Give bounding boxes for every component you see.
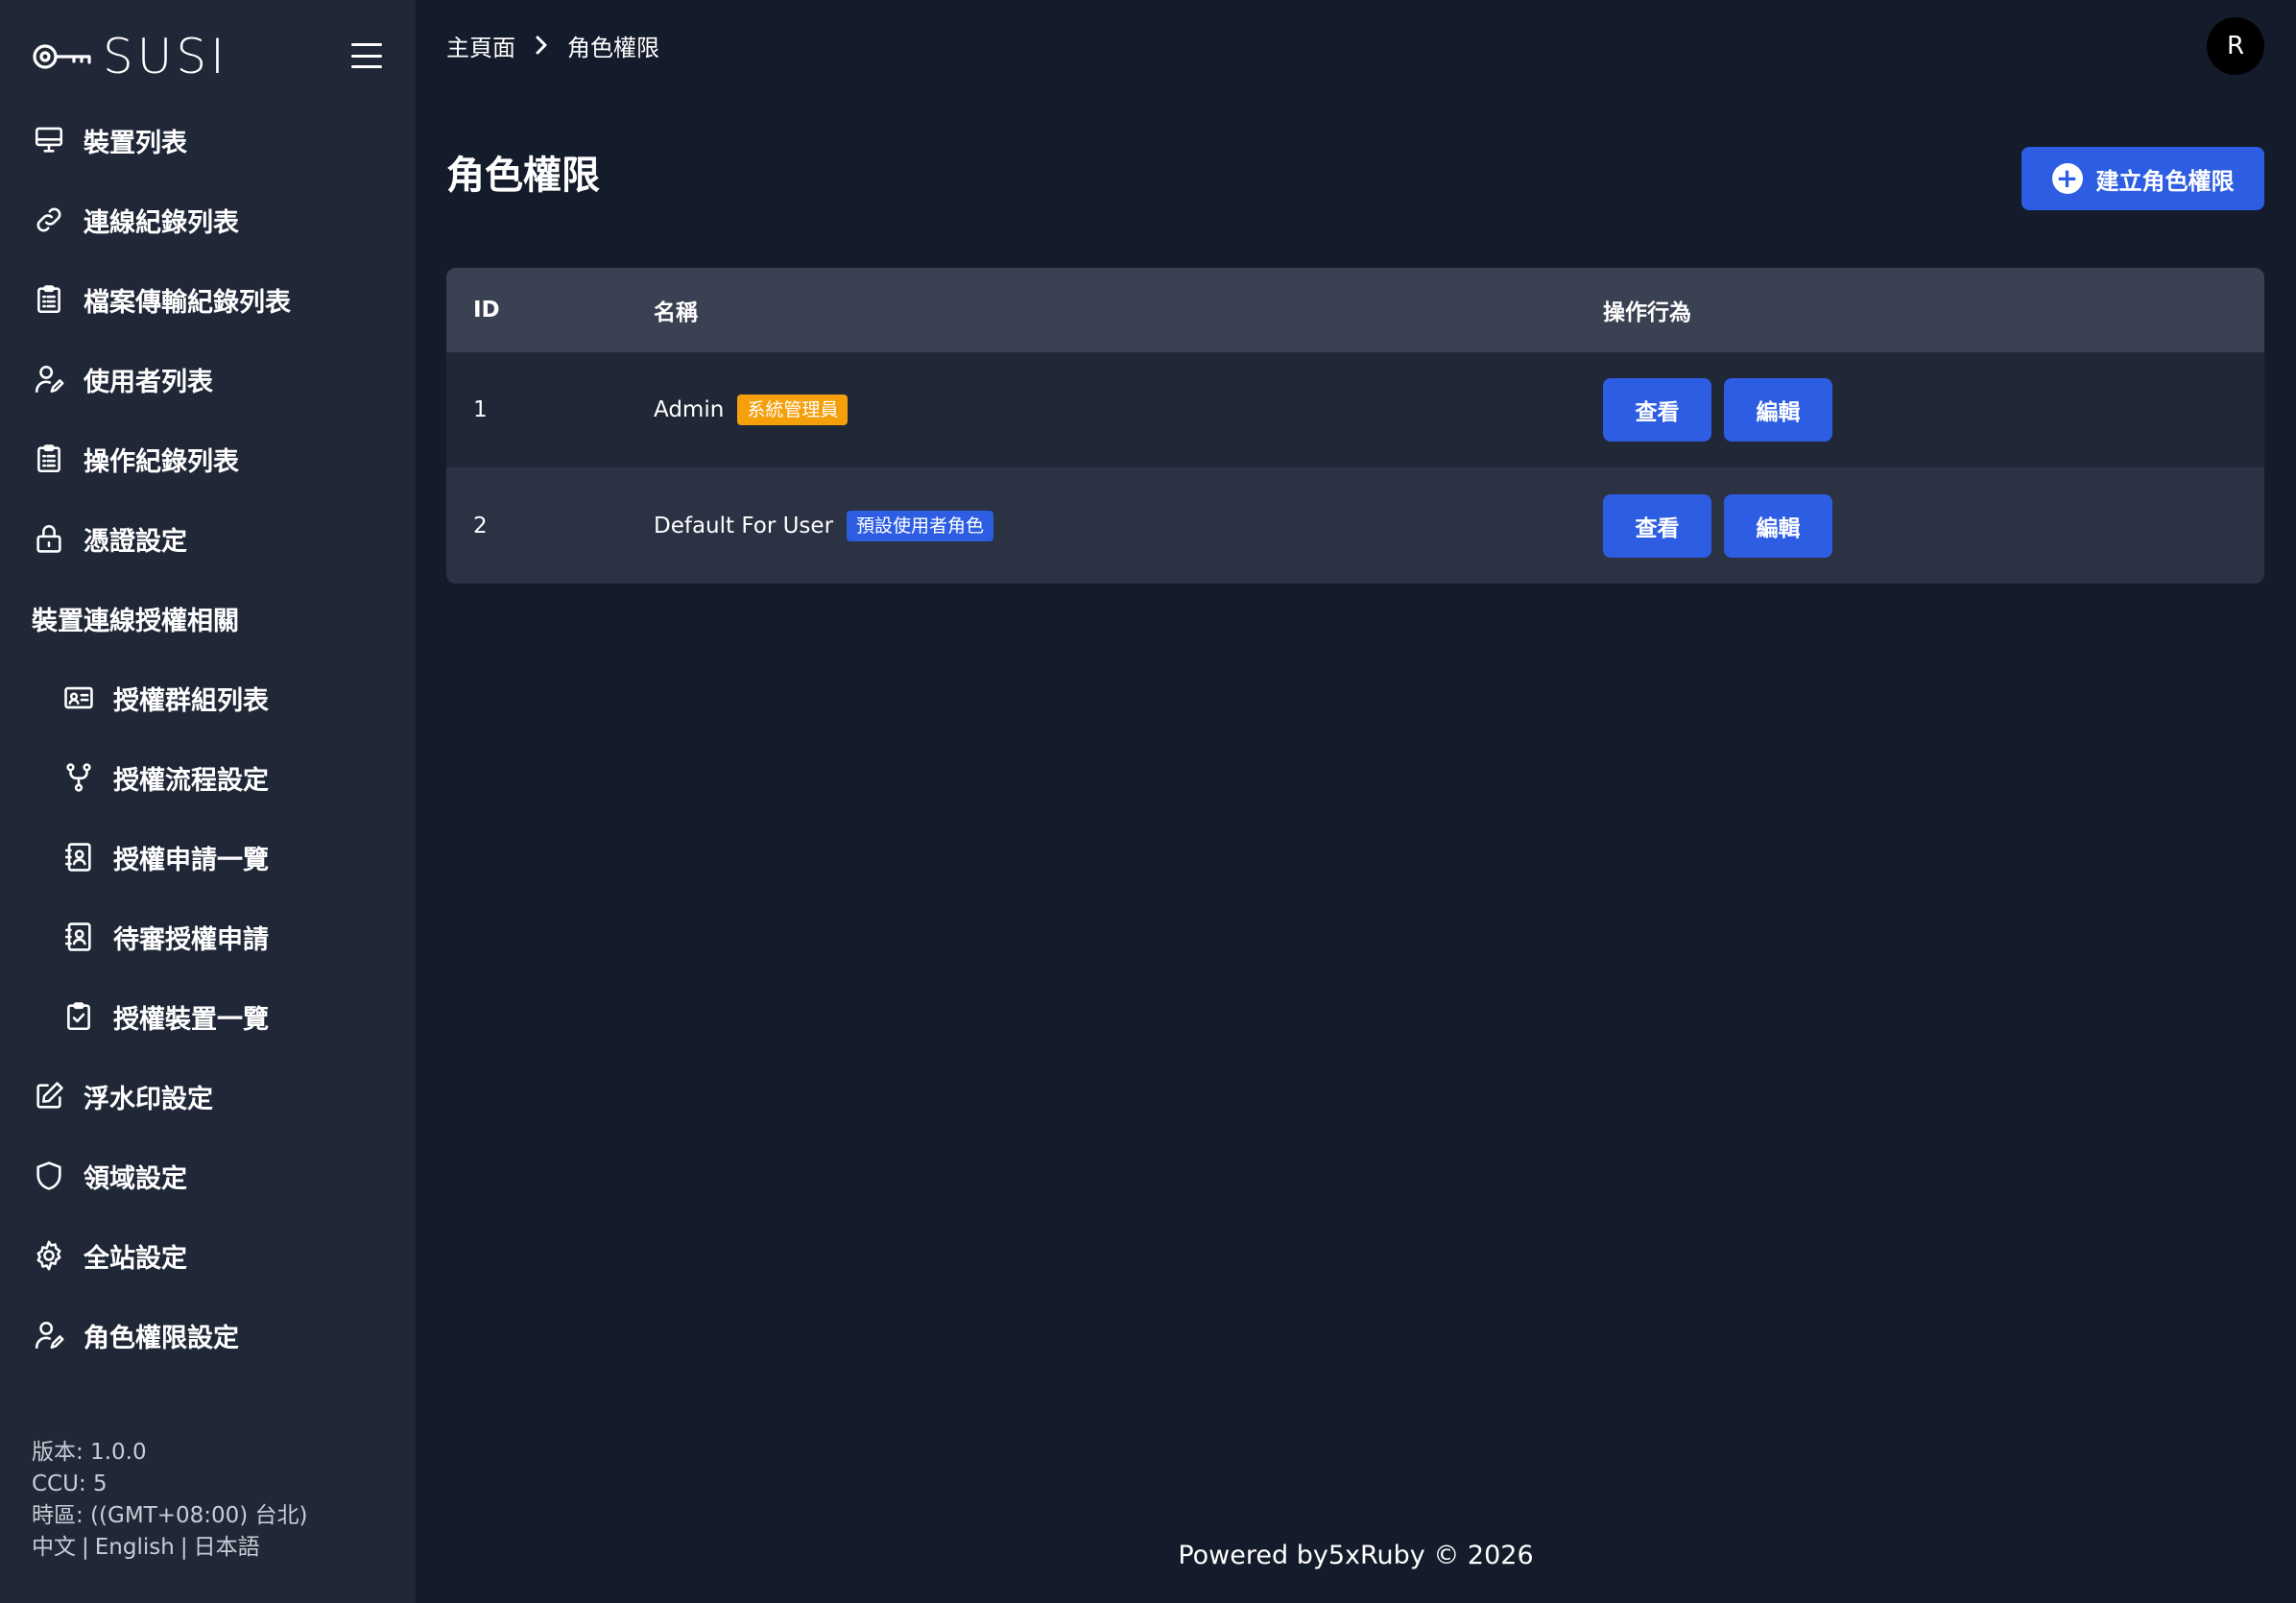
sidebar-item-label: 授權流程設定 — [113, 765, 269, 796]
sidebar-item-operation-logs[interactable]: 操作紀錄列表 — [32, 432, 396, 486]
row-actions: 查看 編輯 — [1603, 352, 1845, 467]
user-edit-icon — [32, 362, 66, 396]
sidebar-item-auth-flow[interactable]: 授權流程設定 — [61, 751, 396, 804]
header-id: ID — [473, 298, 500, 323]
edit-square-icon — [32, 1079, 66, 1113]
sidebar-item-devices[interactable]: 裝置列表 — [32, 113, 396, 167]
row-name-cell: Admin 系統管理員 — [654, 352, 849, 467]
table-header: ID 名稱 操作行為 — [446, 268, 2264, 352]
user-edit-icon — [32, 1318, 66, 1352]
sidebar-item-label: 角色權限設定 — [84, 1323, 239, 1353]
breadcrumb: 主頁面 角色權限 — [446, 29, 659, 61]
language-link-ja[interactable]: 日本語 — [194, 1535, 260, 1560]
sidebar-item-file-transfer-logs[interactable]: 檔案傳輸紀錄列表 — [32, 273, 396, 326]
sidebar: SUSI 裝置列表 連線紀錄列表 檔案傳輸紀錄列表 使用者列表 操作紀錄列表 憑… — [0, 0, 416, 1603]
sidebar-item-label: 憑證設定 — [84, 526, 187, 557]
row-id: 1 — [473, 397, 488, 422]
edit-button[interactable]: 編輯 — [1724, 493, 1832, 558]
sidebar-item-label: 使用者列表 — [84, 367, 213, 397]
sidebar-item-label: 浮水印設定 — [84, 1084, 213, 1114]
role-badge: 預設使用者角色 — [847, 510, 994, 541]
gear-icon — [32, 1238, 66, 1273]
page-footer: Powered by5xRuby © 2026 — [1178, 1541, 1534, 1570]
brand-logo[interactable]: SUSI — [32, 29, 228, 84]
menu-toggle-icon[interactable] — [346, 38, 388, 73]
breadcrumb-current: 角色權限 — [567, 34, 659, 61]
sidebar-item-role-permissions[interactable]: 角色權限設定 — [32, 1308, 396, 1362]
create-role-button-label: 建立角色權限 — [2095, 167, 2235, 195]
sidebar-item-label: 裝置列表 — [84, 128, 187, 158]
view-button[interactable]: 查看 — [1603, 378, 1711, 442]
lock-icon — [32, 521, 66, 556]
sidebar-section-authorization: 裝置連線授權相關 — [32, 606, 239, 636]
edit-button[interactable]: 編輯 — [1724, 378, 1832, 442]
timezone-text: 時區: ((GMT+08:00) 台北) — [32, 1503, 308, 1528]
sidebar-item-pending-requests[interactable]: 待審授權申請 — [61, 910, 396, 964]
clipboard-check-icon — [61, 999, 96, 1034]
avatar[interactable]: R — [2207, 17, 2264, 75]
link-icon — [32, 203, 66, 237]
sidebar-item-label: 授權申請一覽 — [113, 845, 269, 875]
ccu-text: CCU: 5 — [32, 1471, 108, 1496]
sidebar-item-label: 連線紀錄列表 — [84, 207, 239, 238]
version-text: 版本: 1.0.0 — [32, 1440, 147, 1465]
sidebar-item-label: 全站設定 — [84, 1243, 187, 1274]
row-name-cell: Default For User 預設使用者角色 — [654, 467, 994, 584]
sidebar-footer: 版本: 1.0.0 CCU: 5 時區: ((GMT+08:00) 台北) 中文… — [32, 1437, 308, 1564]
sidebar-item-label: 授權裝置一覽 — [113, 1004, 269, 1035]
sidebar-item-label: 授權群組列表 — [113, 685, 269, 716]
header-name: 名稱 — [654, 300, 698, 325]
table-row: 2 Default For User 預設使用者角色 查看 編輯 — [446, 467, 2264, 584]
sidebar-item-auth-devices[interactable]: 授權裝置一覽 — [61, 990, 396, 1043]
key-icon — [33, 44, 91, 69]
breadcrumb-home[interactable]: 主頁面 — [446, 29, 515, 62]
brand-name: SUSI — [103, 29, 228, 84]
sidebar-item-watermark[interactable]: 浮水印設定 — [32, 1069, 396, 1123]
row-name: Admin — [654, 397, 725, 422]
sidebar-item-domain[interactable]: 領域設定 — [32, 1149, 396, 1203]
header-actions: 操作行為 — [1603, 300, 1691, 325]
language-switcher: 中文 | English | 日本語 — [32, 1535, 260, 1560]
roles-table: ID 名稱 操作行為 1 Admin 系統管理員 查看 編輯 2 Default… — [446, 268, 2264, 584]
shield-icon — [32, 1159, 66, 1193]
clipboard-list-icon — [32, 442, 66, 476]
create-role-button[interactable]: + 建立角色權限 — [2021, 147, 2264, 210]
sidebar-item-users[interactable]: 使用者列表 — [32, 352, 396, 406]
sidebar-item-site-settings[interactable]: 全站設定 — [32, 1229, 396, 1282]
row-actions: 查看 編輯 — [1603, 467, 1845, 584]
sidebar-item-connection-logs[interactable]: 連線紀錄列表 — [32, 193, 396, 247]
sidebar-item-certificates[interactable]: 憑證設定 — [32, 512, 396, 565]
sidebar-item-auth-groups[interactable]: 授權群組列表 — [61, 671, 396, 725]
main-content: 主頁面 角色權限 R 角色權限 + 建立角色權限 ID 名稱 操作行為 1 Ad… — [416, 0, 2296, 1603]
sidebar-item-label: 操作紀錄列表 — [84, 446, 239, 477]
sidebar-item-label: 領域設定 — [84, 1163, 187, 1194]
branch-icon — [61, 760, 96, 795]
row-id: 2 — [473, 513, 488, 538]
page-title: 角色權限 — [446, 154, 600, 198]
row-name: Default For User — [654, 513, 834, 538]
app: SUSI 裝置列表 連線紀錄列表 檔案傳輸紀錄列表 使用者列表 操作紀錄列表 憑… — [0, 0, 2296, 1603]
role-badge: 系統管理員 — [737, 395, 849, 425]
monitor-icon — [32, 123, 66, 157]
language-link-en[interactable]: English — [95, 1535, 175, 1560]
table-row: 1 Admin 系統管理員 查看 編輯 — [446, 352, 2264, 467]
contact-book-icon — [61, 920, 96, 954]
language-link-zh[interactable]: 中文 — [32, 1535, 76, 1560]
sidebar-item-label: 檔案傳輸紀錄列表 — [84, 287, 291, 318]
plus-circle-icon: + — [2051, 163, 2083, 194]
chevron-right-icon — [535, 35, 548, 56]
id-card-icon — [61, 681, 96, 715]
sidebar-item-label: 待審授權申請 — [113, 924, 269, 955]
clipboard-list-icon — [32, 282, 66, 317]
contact-book-icon — [61, 840, 96, 874]
sidebar-item-auth-requests[interactable]: 授權申請一覽 — [61, 830, 396, 884]
view-button[interactable]: 查看 — [1603, 493, 1711, 558]
